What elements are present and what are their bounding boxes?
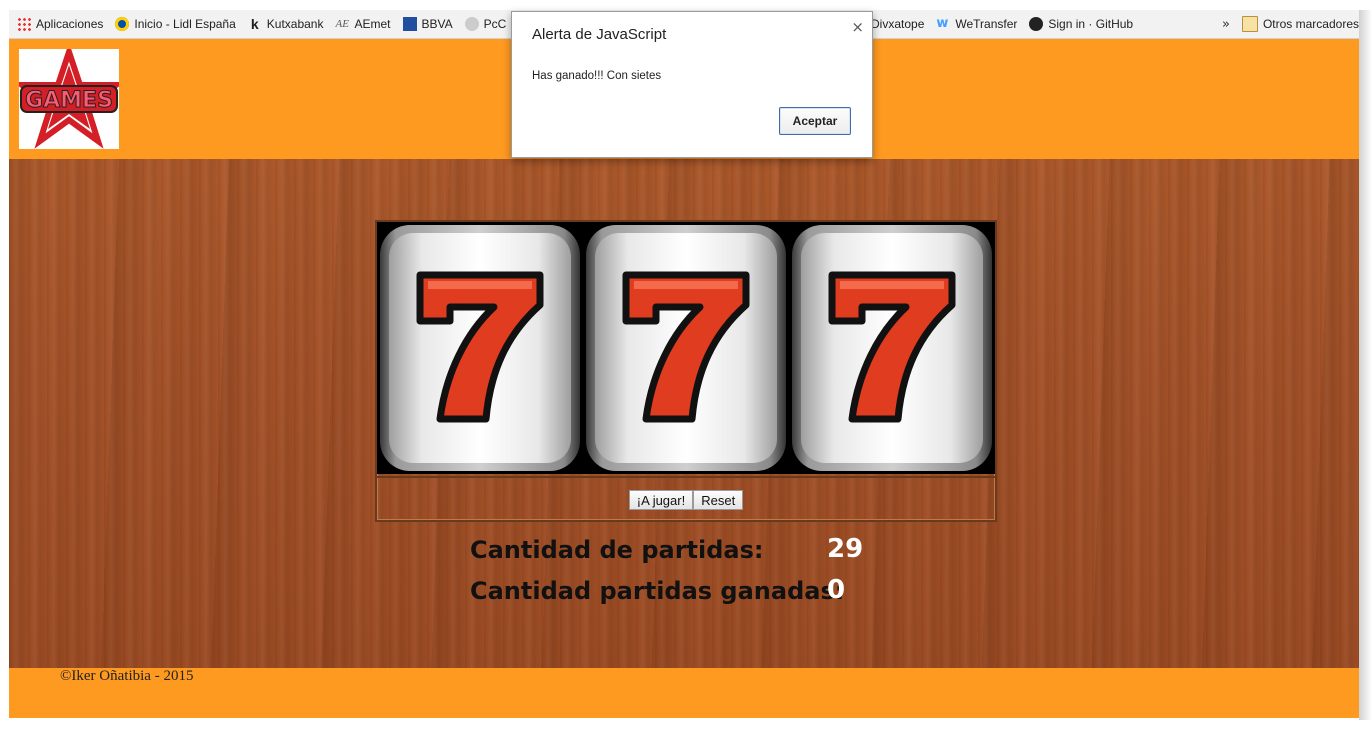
- game-area: ¡A jugar! Reset Cantidad de partidas: 29…: [9, 159, 1359, 668]
- apps-grid-icon: [17, 17, 31, 31]
- bookmark-wetransfer[interactable]: w WeTransfer: [936, 16, 1018, 32]
- seven-symbol-icon: [792, 225, 992, 471]
- wins-count-label: Cantidad partidas ganadas:: [470, 577, 845, 605]
- wins-count-value: 0: [827, 575, 846, 605]
- bookmark-label: BBVA: [421, 17, 453, 31]
- bookmark-bbva[interactable]: BBVA: [402, 17, 453, 31]
- games-star-logo-icon: GAMES: [12, 42, 126, 149]
- slot-machine: ¡A jugar! Reset: [375, 220, 997, 522]
- games-count-value: 29: [827, 534, 864, 564]
- dialog-title: Alerta de JavaScript: [532, 26, 667, 43]
- bookmark-label: Kutxabank: [266, 17, 324, 31]
- bookmark-kutxabank[interactable]: k Kutxabank: [248, 17, 324, 31]
- bookmark-pc[interactable]: PcC: [464, 17, 507, 31]
- reel-1: [378, 223, 582, 473]
- pc-icon: [464, 17, 479, 31]
- copyright-text: ©Iker Oñatibia - 2015: [60, 668, 194, 684]
- site-footer: ©Iker Oñatibia - 2015: [9, 668, 1359, 718]
- seven-symbol-icon: [380, 225, 580, 471]
- kutxabank-icon: k: [250, 16, 259, 32]
- bbva-icon: [402, 17, 417, 31]
- bookmark-label: Sign in · GitHub: [1048, 17, 1134, 31]
- aemet-icon: AE: [335, 18, 349, 30]
- slot-controls: ¡A jugar! Reset: [377, 476, 995, 522]
- play-button[interactable]: ¡A jugar!: [628, 490, 694, 510]
- bookmark-label: Otros marcadores: [1262, 17, 1359, 31]
- logo-text: GAMES: [25, 88, 113, 113]
- reset-button[interactable]: Reset: [693, 490, 744, 510]
- wins-count-row: Cantidad partidas ganadas: 0: [470, 573, 950, 614]
- games-logo[interactable]: GAMES: [12, 42, 126, 149]
- bookmark-divxatope[interactable]: Divxatope: [871, 17, 924, 31]
- bookmark-aemet[interactable]: AE AEmet: [335, 17, 390, 31]
- accept-button[interactable]: Aceptar: [779, 107, 851, 135]
- bookmark-label: PcC: [483, 17, 507, 31]
- dialog-message: Has ganado!!! Con sietes: [532, 70, 662, 82]
- lidl-icon: [115, 17, 130, 31]
- games-count-label: Cantidad de partidas:: [470, 536, 764, 564]
- reel-3: [790, 223, 994, 473]
- folder-icon: [1241, 16, 1258, 32]
- window-edge-shadow: [1359, 10, 1372, 720]
- javascript-alert-dialog: Alerta de JavaScript × Has ganado!!! Con…: [511, 11, 873, 158]
- bookmark-label: AEmet: [354, 17, 391, 31]
- bookmark-label: Aplicaciones: [36, 17, 104, 31]
- bookmark-other[interactable]: Otros marcadores: [1241, 16, 1359, 32]
- close-icon[interactable]: ×: [851, 18, 864, 36]
- wetransfer-icon: w: [936, 16, 949, 31]
- bookmark-label: WeTransfer: [955, 17, 1018, 31]
- reels-panel: [377, 222, 995, 474]
- bookmark-label: Divxatope: [871, 17, 925, 31]
- stats-panel: Cantidad de partidas: 29 Cantidad partid…: [470, 532, 950, 614]
- reel-2: [584, 223, 788, 473]
- bookmark-label: Inicio - Lidl España: [134, 17, 236, 31]
- bookmarks-overflow-chevron[interactable]: »: [1222, 17, 1230, 32]
- seven-symbol-icon: [586, 225, 786, 471]
- bookmark-github[interactable]: Sign in · GitHub: [1029, 17, 1133, 31]
- github-icon: [1029, 17, 1044, 31]
- bookmark-aplicaciones[interactable]: Aplicaciones: [17, 17, 103, 31]
- games-count-row: Cantidad de partidas: 29: [470, 532, 950, 573]
- bookmark-lidl[interactable]: Inicio - Lidl España: [115, 17, 236, 31]
